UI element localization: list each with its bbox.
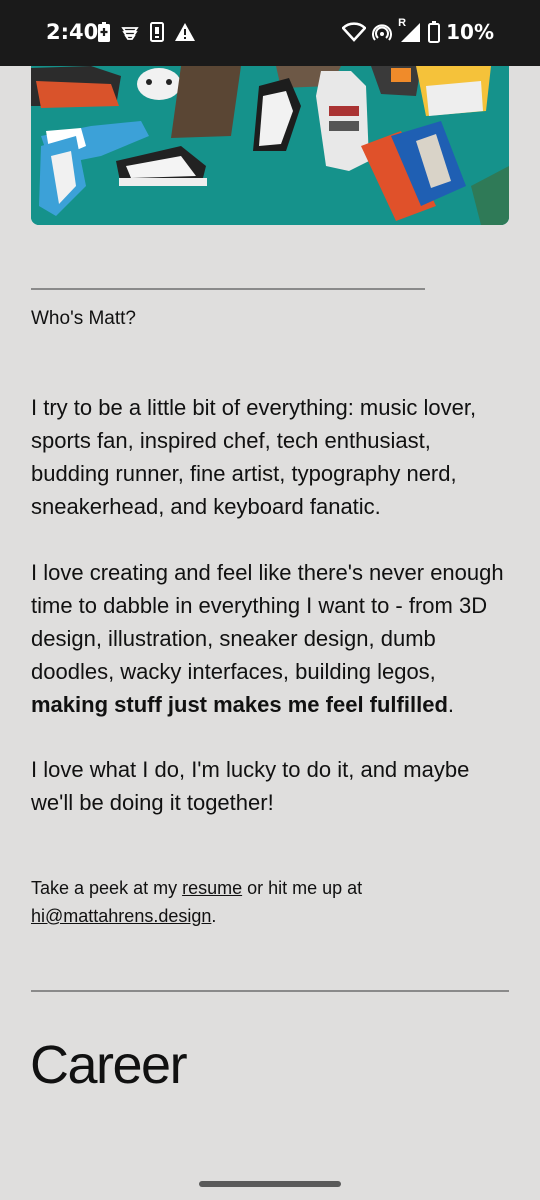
battery-icon	[428, 21, 441, 43]
status-bar: 2:40 R 10%	[0, 0, 540, 66]
contact-text: Take a peek at my	[31, 878, 183, 898]
about-paragraph-3: I love what I do, I'm lucky to do it, an…	[31, 757, 470, 815]
paragraph-emphasis: making stuff just makes me feel fulfille…	[31, 692, 448, 717]
contact-text-middle: or hit me up at	[242, 878, 363, 898]
sneakers-photo	[31, 66, 509, 225]
hotspot-icon	[372, 24, 393, 41]
career-divider	[31, 990, 509, 992]
clock: 2:40	[46, 20, 99, 44]
wifi-icon	[342, 22, 367, 42]
email-link[interactable]: hi@mattahrens.design	[31, 906, 211, 926]
resume-link[interactable]: resume	[182, 878, 242, 898]
hero-image	[31, 66, 509, 225]
contact-line: Take a peek at my resume or hit me up at…	[31, 874, 491, 930]
warning-icon	[175, 23, 195, 41]
home-indicator[interactable]	[199, 1181, 341, 1187]
paragraph-text: I love creating and feel like there's ne…	[31, 560, 504, 684]
contact-text-end: .	[211, 906, 217, 926]
section-label: Who's Matt?	[31, 308, 136, 329]
sim-icon	[150, 22, 164, 42]
battery-saver-icon	[98, 22, 110, 42]
about-paragraph-1: I try to be a little bit of everything: …	[31, 395, 477, 519]
career-heading: Career	[30, 1035, 188, 1095]
signal-icon	[401, 23, 421, 42]
about-paragraph-2: I love creating and feel like there's ne…	[31, 556, 515, 721]
paragraph-text-end: .	[447, 692, 455, 717]
section-divider	[31, 288, 425, 290]
battery-percent: 10%	[446, 20, 494, 44]
sync-icon	[121, 27, 139, 40]
